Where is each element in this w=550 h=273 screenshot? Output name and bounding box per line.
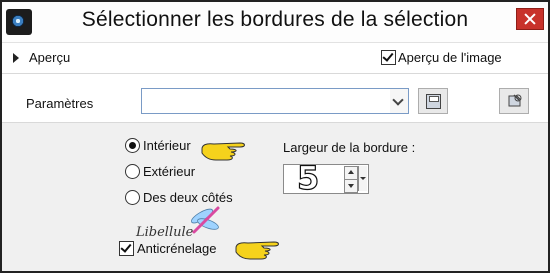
slider-popup-icon[interactable]: [358, 166, 367, 191]
antialias-checkbox[interactable]: [119, 241, 134, 256]
antialias-label[interactable]: Anticrénelage: [137, 241, 217, 256]
chevron-down-icon[interactable]: [390, 88, 409, 114]
title-bar: Sélectionner les bordures de la sélectio…: [2, 2, 548, 43]
expand-arrow-icon[interactable]: [13, 53, 19, 63]
radio-inside-label[interactable]: Intérieur: [143, 138, 191, 153]
radio-outside-label[interactable]: Extérieur: [143, 164, 195, 179]
reset-button[interactable]: [499, 88, 529, 114]
preview-label[interactable]: Aperçu: [29, 50, 70, 65]
border-width-label: Largeur de la bordure :: [283, 140, 416, 155]
close-icon[interactable]: [516, 8, 544, 30]
image-preview-label[interactable]: Aperçu de l'image: [398, 50, 502, 65]
preset-combobox[interactable]: [141, 88, 391, 114]
image-preview-checkbox[interactable]: [381, 50, 396, 65]
pointing-hand-icon: [235, 241, 279, 260]
reset-icon: [508, 94, 522, 107]
parameters-section: Paramètres: [2, 74, 548, 123]
window-title: Sélectionner les bordures de la sélectio…: [81, 8, 469, 31]
pointing-hand-icon: [201, 142, 245, 161]
spin-up-icon[interactable]: [344, 166, 358, 180]
options-panel: Intérieur Extérieur Des deux côtés Libel…: [2, 123, 548, 271]
dialog-window: Sélectionner les bordures de la sélectio…: [0, 0, 550, 273]
border-width-spinner[interactable]: 5: [283, 158, 369, 198]
parameters-label: Paramètres: [26, 96, 94, 111]
spin-down-icon[interactable]: [344, 179, 358, 193]
save-icon: [426, 94, 441, 109]
radio-inside[interactable]: [125, 138, 140, 153]
radio-outside[interactable]: [125, 164, 140, 179]
border-width-value[interactable]: 5: [296, 158, 319, 197]
dragonfly-watermark: Libellule: [135, 206, 220, 240]
preview-section: Aperçu Aperçu de l'image: [2, 43, 548, 74]
svg-text:Libellule: Libellule: [135, 225, 194, 240]
save-preset-button[interactable]: [418, 88, 448, 114]
